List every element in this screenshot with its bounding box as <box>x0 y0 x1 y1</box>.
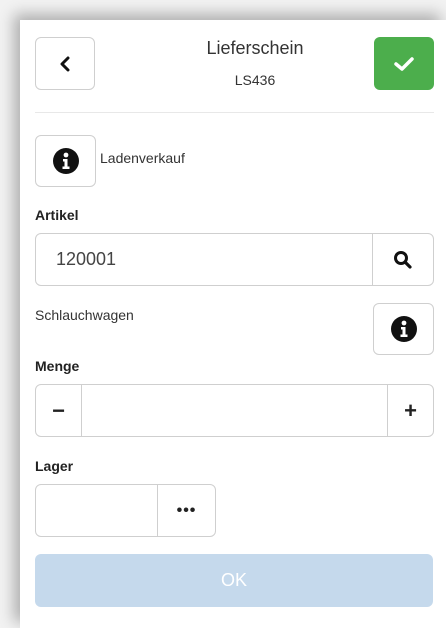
article-input-group: 120001 <box>35 233 434 286</box>
minus-icon: − <box>52 397 65 423</box>
info-circle-icon <box>52 148 79 174</box>
ellipsis-icon: ••• <box>176 501 197 519</box>
customer-info-button[interactable] <box>35 135 96 187</box>
ok-button[interactable]: OK <box>35 554 433 607</box>
confirm-button[interactable] <box>374 37 434 90</box>
quantity-label: Menge <box>35 358 80 374</box>
header-divider <box>35 112 434 113</box>
article-search-button[interactable] <box>373 234 433 285</box>
page-title: Lieferschein <box>206 38 304 58</box>
info-circle-icon <box>390 316 417 342</box>
back-button[interactable] <box>35 37 95 90</box>
quantity-increment-button[interactable]: + <box>388 385 433 436</box>
document-number: LS436 <box>234 72 276 88</box>
customer-name: Ladenverkauf <box>100 150 185 166</box>
plus-icon: + <box>404 397 417 423</box>
storage-input-group: ••• <box>35 484 216 537</box>
search-icon <box>394 250 412 269</box>
article-info-button[interactable] <box>373 303 434 355</box>
delivery-note-panel: Lieferschein LS436 Ladenverkauf Artikel … <box>20 20 446 628</box>
check-icon <box>394 56 414 71</box>
quantity-separator-left <box>81 385 82 436</box>
storage-select-button[interactable]: ••• <box>158 485 215 536</box>
quantity-decrement-button[interactable]: − <box>36 385 81 436</box>
article-label: Artikel <box>35 207 79 223</box>
article-input[interactable]: 120001 <box>56 249 371 270</box>
quantity-stepper: − + <box>35 384 434 437</box>
article-description: Schlauchwagen <box>35 307 134 323</box>
storage-label: Lager <box>35 458 74 474</box>
chevron-left-icon <box>60 56 70 71</box>
